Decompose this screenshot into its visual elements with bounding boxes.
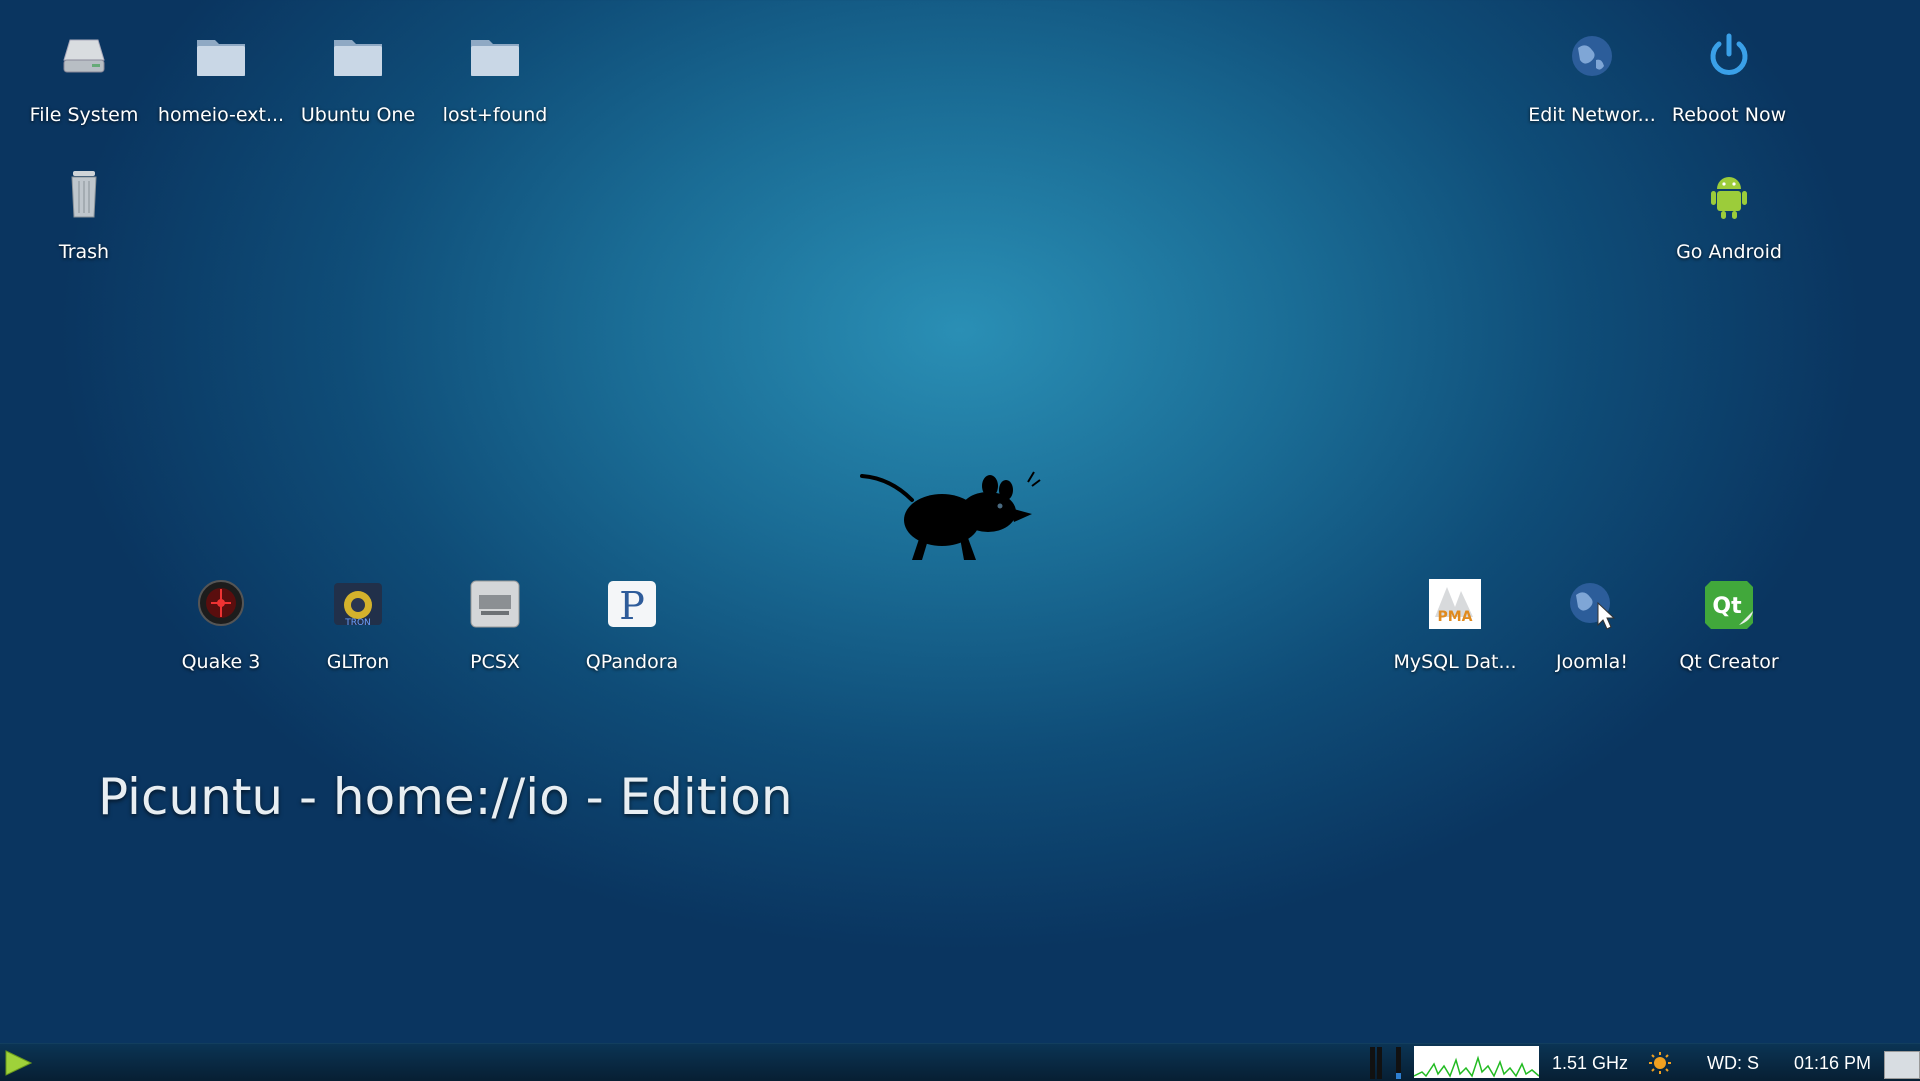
folder-icon — [334, 40, 382, 76]
clock[interactable]: 01:16 PM — [1794, 1053, 1871, 1074]
folder-icon — [471, 40, 519, 76]
desktop-icon-label: Reboot Now — [1671, 104, 1787, 126]
desktop-icon-quake3[interactable]: Quake 3 — [153, 577, 289, 673]
show-desktop-button[interactable] — [1884, 1051, 1920, 1079]
desktop-icon-label: Quake 3 — [181, 651, 261, 673]
cpu-graph — [1414, 1046, 1539, 1078]
desktop-icon-label: Edit Networ... — [1528, 104, 1656, 126]
desktop-icon-label: Trash — [58, 241, 110, 263]
desktop-icon-label: QPandora — [585, 651, 679, 673]
desktop-icon-gltron[interactable]: TRON GLTron — [290, 577, 426, 673]
desktop-icon-label: PCSX — [470, 651, 520, 673]
joomla-globe-icon — [1570, 583, 1616, 630]
desktop-icon-go-android[interactable]: Go Android — [1661, 167, 1797, 263]
desktop-icon-pcsx[interactable]: PCSX — [427, 577, 563, 673]
quake-icon — [198, 580, 244, 626]
cpu-load-bars — [1370, 1047, 1401, 1079]
qt-icon: Qt — [1705, 581, 1753, 629]
desktop-icon-qpandora[interactable]: P QPandora — [564, 577, 700, 673]
cpu-frequency: 1.51 GHz — [1552, 1053, 1629, 1073]
svg-text:PMA: PMA — [1437, 609, 1472, 625]
xfce-mouse-logo — [860, 471, 1041, 560]
desktop-icon-mysql[interactable]: PMA MySQL Dat... — [1387, 577, 1523, 673]
android-icon — [1711, 177, 1747, 219]
desktop-icon-file-system[interactable]: File System — [16, 30, 152, 126]
desktop-icon-reboot-now[interactable]: Reboot Now — [1661, 30, 1797, 126]
folder-icon — [197, 40, 245, 76]
hard-drive-icon — [63, 39, 105, 73]
desktop-icon-qt-creator[interactable]: Qt Qt Creator — [1661, 577, 1797, 673]
desktop-icon-label: lost+found — [442, 104, 548, 126]
desktop-icon-label: GLTron — [326, 651, 390, 673]
bottom-panel: 1.51 GHz WD: S 01:16 PM — [0, 1043, 1920, 1081]
weather-sun-icon[interactable] — [1648, 1051, 1672, 1075]
weather-label[interactable]: WD: S — [1707, 1053, 1759, 1074]
svg-text:TRON: TRON — [344, 618, 371, 628]
network-globe-icon — [1572, 36, 1612, 76]
desktop-icon-label: MySQL Dat... — [1393, 651, 1517, 673]
desktop-icon-label: homeio-ext... — [157, 104, 285, 126]
desktop-icon-label: Qt Creator — [1679, 651, 1779, 673]
svg-text:P: P — [619, 584, 645, 628]
desktop-icon-homeio-ext[interactable]: homeio-ext... — [153, 30, 289, 126]
phpmyadmin-icon: PMA — [1429, 579, 1481, 629]
power-icon — [1710, 33, 1748, 75]
trash-icon — [71, 171, 97, 218]
gltron-icon: TRON — [334, 583, 382, 628]
desktop-icon-joomla[interactable]: Joomla! — [1524, 577, 1660, 673]
desktop-icon-label: Joomla! — [1556, 651, 1628, 673]
desktop-icon-label: File System — [29, 104, 139, 126]
pandora-icon: P — [608, 581, 656, 628]
desktop-icon-trash[interactable]: Trash — [16, 167, 152, 263]
pcsx-icon — [470, 580, 520, 628]
desktop-icon-lost-found[interactable]: lost+found — [427, 30, 563, 126]
edition-title: Picuntu - home://io - Edition — [98, 768, 793, 826]
start-menu-icon[interactable] — [4, 1050, 32, 1076]
desktop-icon-edit-network[interactable]: Edit Networ... — [1524, 30, 1660, 126]
svg-text:Qt: Qt — [1712, 594, 1742, 619]
desktop-icon-label: Go Android — [1676, 241, 1782, 263]
desktop-icon-label: Ubuntu One — [300, 104, 416, 126]
desktop-icon-ubuntu-one[interactable]: Ubuntu One — [290, 30, 426, 126]
